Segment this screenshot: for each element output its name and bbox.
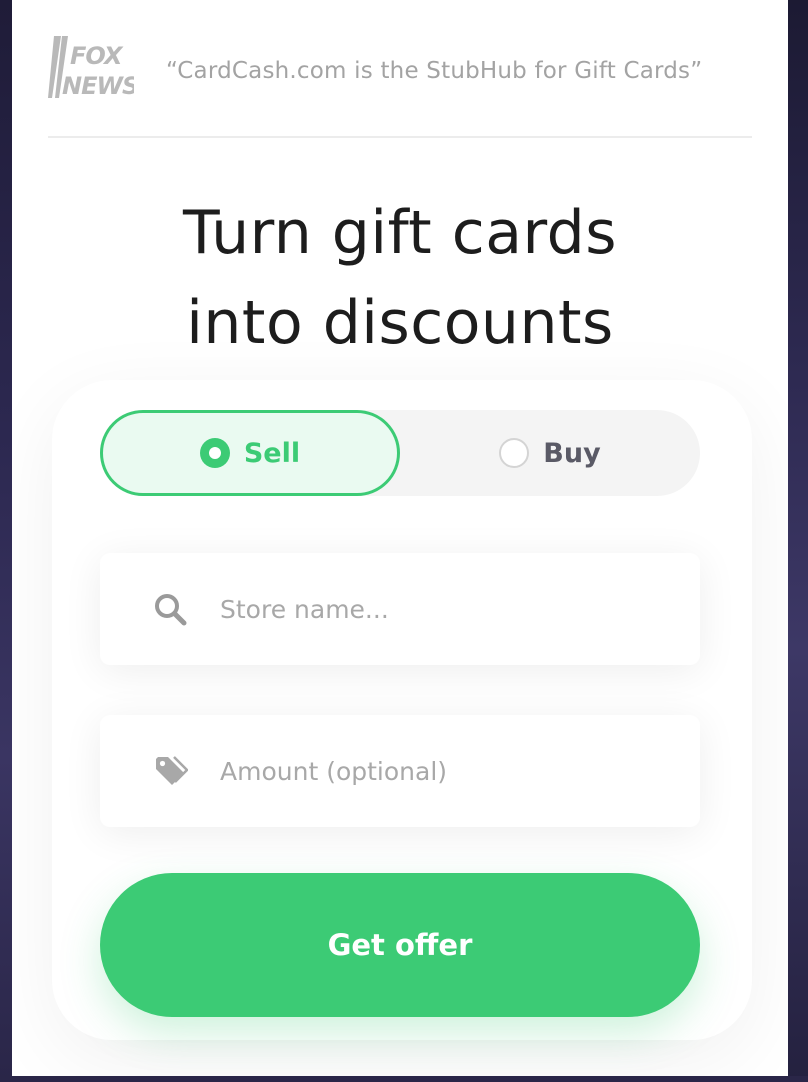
store-name-field	[100, 553, 700, 665]
offer-card: FOX NEWS “CardCash.com is the StubHub fo…	[12, 0, 788, 1076]
backdrop-bottom	[0, 1076, 808, 1082]
price-tag-icon	[156, 756, 188, 785]
backdrop-right	[788, 0, 808, 1082]
headline-line-1: Turn gift cards	[183, 198, 617, 268]
svg-text:FOX: FOX	[70, 42, 124, 70]
sell-buy-toggle: Sell Buy	[100, 410, 700, 496]
svg-text:NEWS: NEWS	[62, 72, 134, 100]
amount-field	[100, 715, 700, 827]
press-quote: “CardCash.com is the StubHub for Gift Ca…	[166, 58, 703, 84]
page-headline: Turn gift cards into discounts	[12, 188, 788, 368]
amount-input[interactable]	[220, 715, 670, 827]
buy-option[interactable]: Buy	[400, 410, 700, 496]
fox-news-logo: FOX NEWS	[48, 36, 134, 100]
sell-option[interactable]: Sell	[100, 410, 400, 496]
press-mention: FOX NEWS “CardCash.com is the StubHub fo…	[48, 28, 752, 138]
sell-radio-icon	[199, 438, 230, 468]
get-offer-button[interactable]: Get offer	[100, 873, 700, 1017]
backdrop-left	[0, 0, 12, 1082]
headline-line-2: into discounts	[186, 288, 614, 358]
buy-option-label: Buy	[543, 437, 601, 469]
store-name-input[interactable]	[220, 553, 670, 665]
sell-option-label: Sell	[243, 437, 301, 469]
buy-radio-icon	[499, 438, 530, 468]
search-icon	[155, 594, 187, 626]
